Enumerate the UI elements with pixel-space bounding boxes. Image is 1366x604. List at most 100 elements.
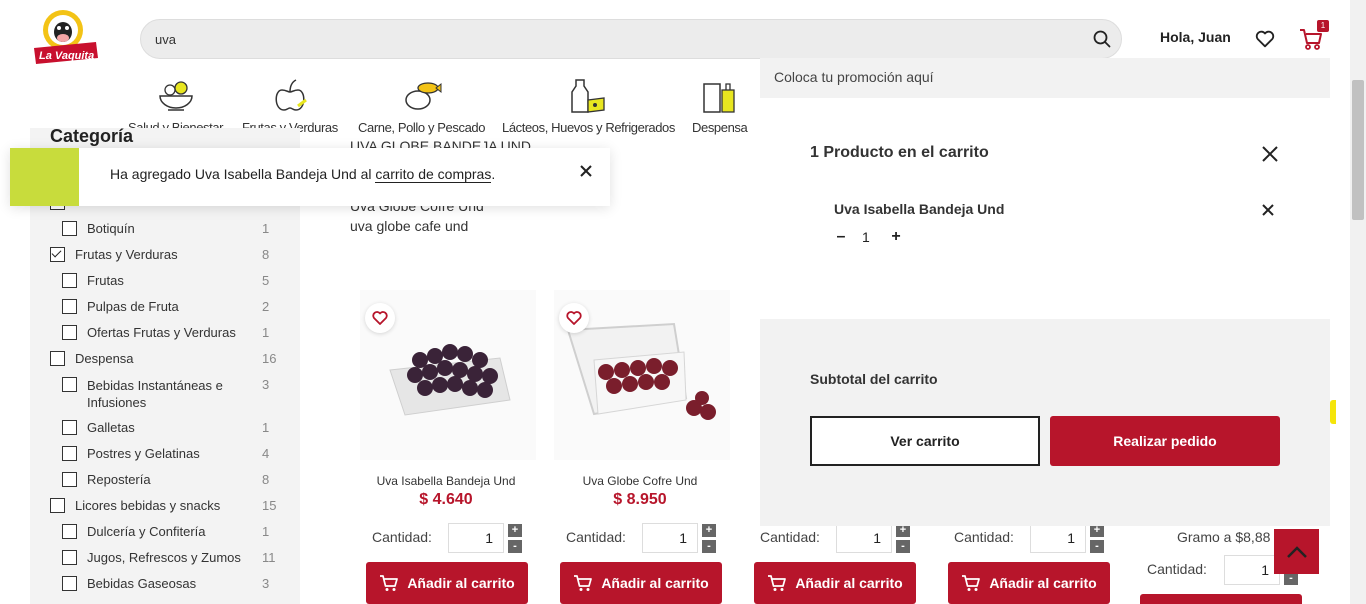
nav-category-carne[interactable]: Carne, Pollo y Pescado <box>358 76 485 135</box>
filter-label: Botiquín <box>87 221 135 236</box>
search-suggestion[interactable]: uva globe cafe und <box>350 218 468 234</box>
filter-item-ofertas[interactable]: Ofertas Frutas y Verduras <box>62 325 236 340</box>
quantity-label: Cantidad: <box>1147 561 1207 577</box>
wishlist-button[interactable] <box>365 303 395 333</box>
quantity-increment-button[interactable]: + <box>508 524 522 537</box>
filter-item-despensa[interactable]: Despensa <box>50 351 134 366</box>
logo[interactable]: La Vaquita <box>26 8 104 70</box>
user-greeting[interactable]: Hola, Juan <box>1160 29 1231 45</box>
checkbox[interactable] <box>62 325 77 340</box>
cart-item-name[interactable]: Uva Isabella Bandeja Und <box>834 201 1004 217</box>
product-price: $ 8.950 <box>613 491 667 508</box>
checkbox[interactable] <box>62 273 77 288</box>
filter-item-pulpas[interactable]: Pulpas de Fruta <box>62 299 179 314</box>
search-icon[interactable] <box>1093 30 1111 48</box>
quantity-input[interactable]: 1 <box>448 523 504 553</box>
checkbox[interactable] <box>62 420 77 435</box>
sidebar-title: Categoría <box>50 126 134 146</box>
filter-count: 8 <box>262 472 270 487</box>
filter-count: 1 <box>262 420 270 435</box>
close-icon[interactable] <box>578 163 594 179</box>
filter-item-dulceria[interactable]: Dulcería y Confitería <box>62 524 206 539</box>
nav-category-despensa[interactable]: Despensa <box>692 76 748 135</box>
filter-item-licores[interactable]: Licores bebidas y snacks <box>50 498 220 513</box>
checkbox[interactable] <box>50 498 65 513</box>
add-to-cart-button[interactable]: Añadir al carrito <box>366 562 528 604</box>
product-image-card[interactable] <box>554 290 730 460</box>
heart-icon[interactable] <box>1254 28 1276 50</box>
scroll-to-top-button[interactable] <box>1274 529 1319 574</box>
checkbox[interactable] <box>62 550 77 565</box>
la-vaquita-logo: La Vaquita <box>34 10 98 64</box>
add-to-cart-button[interactable] <box>1140 594 1302 604</box>
checkbox[interactable] <box>62 221 77 236</box>
checkout-button[interactable]: Realizar pedido <box>1050 416 1280 466</box>
quantity-label: Cantidad: <box>566 529 626 545</box>
filter-count: 5 <box>262 273 270 288</box>
search-input[interactable] <box>155 20 1055 58</box>
toast-text: Ha agregado Uva Isabella Bandeja Und al <box>110 166 376 182</box>
product-name[interactable]: Uva Isabella Bandeja Und <box>346 474 546 488</box>
filter-item-frutas-y-verduras[interactable]: Frutas y Verduras <box>50 247 178 262</box>
filter-label: Ofertas Frutas y Verduras <box>87 325 236 340</box>
svg-text:La Vaquita: La Vaquita <box>39 50 94 62</box>
quantity-input[interactable]: 1 <box>1224 555 1280 585</box>
checkbox[interactable] <box>62 472 77 487</box>
cart-item-increment-button[interactable]: + <box>889 228 903 246</box>
promo-banner: Coloca tu promoción aquí <box>760 58 1330 98</box>
product-name[interactable]: Uva Globe Cofre Und <box>540 474 740 488</box>
nav-category-frutas[interactable]: Frutas y Verduras <box>242 76 338 135</box>
checkbox[interactable] <box>62 576 77 591</box>
side-widget-tab[interactable] <box>1330 400 1336 424</box>
toast-cart-link[interactable]: carrito de compras <box>375 166 492 183</box>
quantity-label: Cantidad: <box>372 529 432 545</box>
filter-item-jugos[interactable]: Jugos, Refrescos y Zumos <box>62 550 241 565</box>
nav-category-lacteos[interactable]: Lácteos, Huevos y Refrigerados <box>502 76 675 135</box>
scrollbar-thumb[interactable] <box>1352 80 1364 220</box>
checkbox[interactable] <box>62 446 77 461</box>
nav-category-salud[interactable]: Salud y Bienestar <box>128 76 223 135</box>
cart-item-quantity[interactable]: 1 <box>862 229 870 245</box>
filter-item-bebidas-instantaneas[interactable]: Bebidas Instantáneas e Infusiones <box>62 377 223 411</box>
filter-count: 3 <box>262 377 270 392</box>
product-price: $ 4.640 <box>419 491 473 508</box>
filter-count: 1 <box>262 325 270 340</box>
remove-item-icon[interactable] <box>1261 203 1275 217</box>
quantity-input[interactable]: 1 <box>1030 523 1086 553</box>
cart-item-decrement-button[interactable]: – <box>834 228 848 246</box>
toast-message: Ha agregado Uva Isabella Bandeja Und al … <box>110 166 495 183</box>
quantity-decrement-button[interactable]: - <box>508 540 522 553</box>
close-icon[interactable] <box>1260 144 1280 164</box>
cart-icon <box>574 575 593 591</box>
view-cart-button[interactable]: Ver carrito <box>810 416 1040 466</box>
quantity-increment-button[interactable]: + <box>702 524 716 537</box>
checkbox[interactable] <box>62 524 77 539</box>
wishlist-button[interactable] <box>559 303 589 333</box>
filter-item-gaseosas[interactable]: Bebidas Gaseosas <box>62 576 196 591</box>
filter-label: Bebidas Gaseosas <box>87 576 197 591</box>
quantity-decrement-button[interactable]: - <box>1090 540 1104 553</box>
filter-label: Postres y Gelatinas <box>87 446 200 461</box>
filter-item-frutas[interactable]: Frutas <box>62 273 124 288</box>
nav-category-label: Carne, Pollo y Pescado <box>358 120 486 135</box>
quantity-decrement-button[interactable]: - <box>896 540 910 553</box>
filter-item-botiquin[interactable]: Botiquín <box>62 221 135 236</box>
filter-item-postres[interactable]: Postres y Gelatinas <box>62 446 200 461</box>
quantity-decrement-button[interactable]: - <box>702 540 716 553</box>
checkbox-checked[interactable] <box>50 247 65 262</box>
quantity-input[interactable]: 1 <box>836 523 892 553</box>
fruits-icon <box>275 79 307 111</box>
quantity-input[interactable]: 1 <box>642 523 698 553</box>
checkbox[interactable] <box>62 377 77 392</box>
add-to-cart-button[interactable]: Añadir al carrito <box>560 562 722 604</box>
product-image-card[interactable] <box>360 290 536 460</box>
quantity-label: Cantidad: <box>954 529 1014 545</box>
filter-item-reposteria[interactable]: Repostería <box>62 472 151 487</box>
checkbox[interactable] <box>62 299 77 314</box>
add-to-cart-button[interactable]: Añadir al carrito <box>754 562 916 604</box>
checkbox[interactable] <box>50 351 65 366</box>
filter-item-galletas[interactable]: Galletas <box>62 420 135 435</box>
filter-label: Jugos, Refrescos y Zumos <box>87 550 241 565</box>
add-to-cart-button[interactable]: Añadir al carrito <box>948 562 1110 604</box>
add-to-cart-label: Añadir al carrito <box>601 575 709 591</box>
